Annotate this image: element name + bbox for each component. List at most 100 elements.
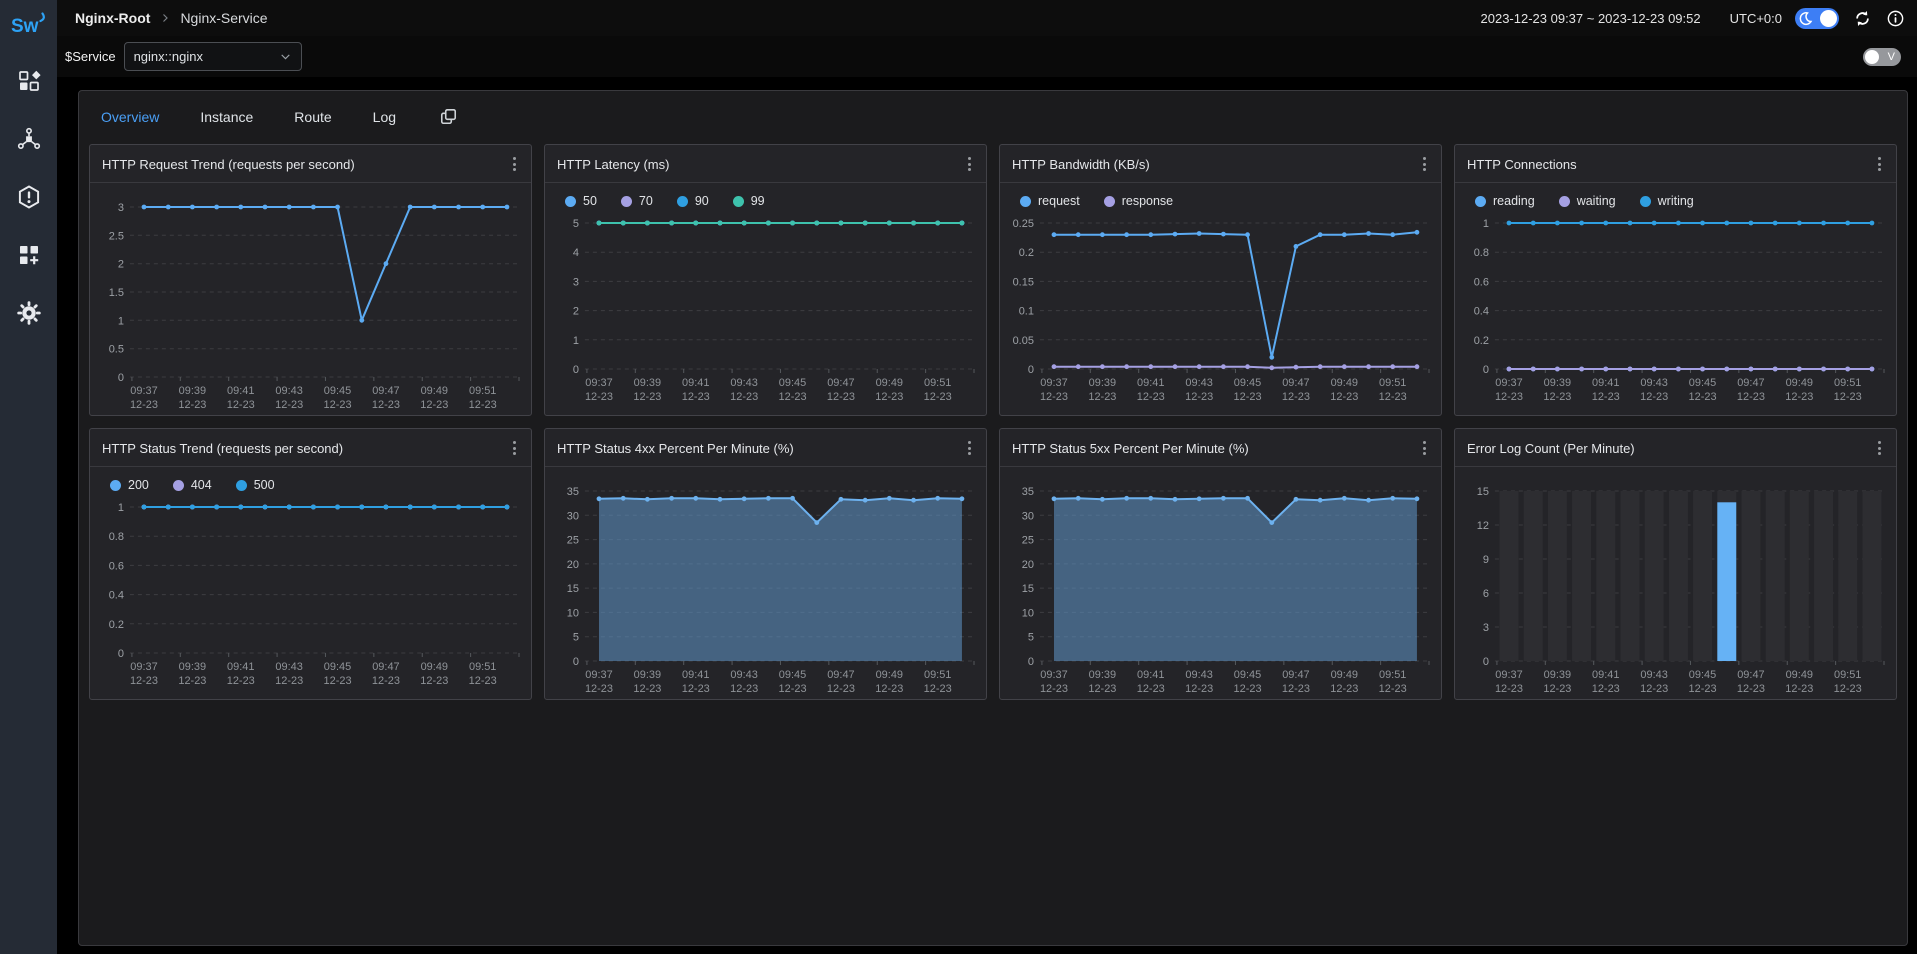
legend-item[interactable]: 404 <box>173 478 212 492</box>
refresh-button[interactable] <box>1852 8 1872 28</box>
svg-text:09:49: 09:49 <box>876 377 903 389</box>
tab-route[interactable]: Route <box>294 109 331 125</box>
service-filter-bar: $Service nginx::nginx V <box>57 36 1917 77</box>
svg-text:3: 3 <box>573 276 579 288</box>
legend-dot-icon <box>1475 196 1486 207</box>
svg-text:12-23: 12-23 <box>227 399 255 411</box>
svg-text:09:45: 09:45 <box>324 661 351 673</box>
legend-dot-icon <box>1559 196 1570 207</box>
svg-text:0.2: 0.2 <box>1019 247 1034 259</box>
svg-text:12-23: 12-23 <box>875 391 903 403</box>
svg-text:09:37: 09:37 <box>1495 377 1522 389</box>
svg-text:15: 15 <box>1477 486 1489 498</box>
legend-label: 50 <box>583 194 597 208</box>
svg-text:09:51: 09:51 <box>1379 669 1406 681</box>
legend-item[interactable]: waiting <box>1559 194 1616 208</box>
legend-item[interactable]: 500 <box>236 478 275 492</box>
svg-text:30: 30 <box>1022 510 1034 522</box>
svg-text:12-23: 12-23 <box>779 391 807 403</box>
svg-text:0.6: 0.6 <box>109 560 124 572</box>
sidebar-item-settings[interactable] <box>16 300 42 326</box>
chart-card-header: HTTP Status 4xx Percent Per Minute (%) <box>545 429 986 467</box>
svg-text:12-23: 12-23 <box>730 683 758 695</box>
legend-label: 70 <box>639 194 653 208</box>
legend-item[interactable]: 200 <box>110 478 149 492</box>
kebab-menu-icon[interactable] <box>1873 438 1886 458</box>
svg-text:12-23: 12-23 <box>130 399 158 411</box>
svg-text:09:47: 09:47 <box>1737 669 1764 681</box>
svg-text:10: 10 <box>567 607 579 619</box>
chevron-down-icon <box>279 50 292 63</box>
svg-text:09:43: 09:43 <box>275 661 302 673</box>
sidebar-item-topology[interactable] <box>16 126 42 152</box>
svg-text:09:51: 09:51 <box>924 377 951 389</box>
legend-item[interactable]: writing <box>1640 194 1694 208</box>
kebab-menu-icon[interactable] <box>1873 154 1886 174</box>
svg-text:09:51: 09:51 <box>1379 377 1406 389</box>
skywalking-logo-icon: Sw <box>11 12 47 38</box>
chart-canvas: 00.20.40.60.8109:3712-2309:3912-2309:411… <box>96 495 525 691</box>
svg-text:09:51: 09:51 <box>469 661 496 673</box>
svg-text:09:43: 09:43 <box>730 669 757 681</box>
svg-text:09:45: 09:45 <box>779 377 806 389</box>
chart-card-body: readingwaitingwriting00.20.40.60.8109:37… <box>1455 183 1896 415</box>
sidebar-item-new-dashboard[interactable] <box>16 242 42 268</box>
svg-text:25: 25 <box>1022 535 1034 547</box>
svg-text:0.25: 0.25 <box>1013 218 1034 230</box>
legend-item[interactable]: 90 <box>677 194 709 208</box>
svg-text:12-23: 12-23 <box>130 675 158 687</box>
svg-text:0.15: 0.15 <box>1013 276 1034 288</box>
timezone-selector[interactable]: UTC+0:0 <box>1730 11 1782 26</box>
app-root: Sw <box>0 0 1917 954</box>
kebab-menu-icon[interactable] <box>963 154 976 174</box>
legend-item[interactable]: reading <box>1475 194 1535 208</box>
kebab-menu-icon[interactable] <box>963 438 976 458</box>
svg-text:12-23: 12-23 <box>1137 683 1165 695</box>
copy-dashboard-button[interactable] <box>439 107 458 126</box>
legend-item[interactable]: 99 <box>733 194 765 208</box>
kebab-menu-icon[interactable] <box>1418 154 1431 174</box>
legend-item[interactable]: request <box>1020 194 1080 208</box>
kebab-menu-icon[interactable] <box>1418 438 1431 458</box>
svg-text:12-23: 12-23 <box>420 675 448 687</box>
breadcrumb-current: Nginx-Service <box>180 10 267 26</box>
sidebar-item-dashboards[interactable] <box>16 68 42 94</box>
svg-text:12-23: 12-23 <box>1185 683 1213 695</box>
svg-text:12-23: 12-23 <box>682 391 710 403</box>
svg-text:12-23: 12-23 <box>1834 683 1862 695</box>
svg-text:09:49: 09:49 <box>876 669 903 681</box>
legend-item[interactable]: response <box>1104 194 1173 208</box>
svg-text:09:49: 09:49 <box>1786 377 1813 389</box>
svg-text:09:45: 09:45 <box>1234 669 1261 681</box>
svg-text:09:39: 09:39 <box>179 661 206 673</box>
legend-dot-icon <box>110 480 121 491</box>
svg-text:30: 30 <box>567 510 579 522</box>
time-range-picker[interactable]: 2023-12-23 09:37 ~ 2023-12-23 09:52 <box>1481 11 1701 26</box>
legend-item[interactable]: 70 <box>621 194 653 208</box>
svg-text:09:37: 09:37 <box>585 377 612 389</box>
tab-overview[interactable]: Overview <box>101 109 159 125</box>
tab-instance[interactable]: Instance <box>200 109 253 125</box>
legend-item[interactable]: 50 <box>565 194 597 208</box>
svg-text:09:39: 09:39 <box>1089 669 1116 681</box>
breadcrumb-root[interactable]: Nginx-Root <box>75 10 150 26</box>
svg-text:12-23: 12-23 <box>324 675 352 687</box>
chart-card: HTTP Request Trend (requests per second)… <box>89 144 532 416</box>
service-select[interactable]: nginx::nginx <box>124 42 302 71</box>
view-mode-toggle[interactable]: V <box>1863 48 1901 66</box>
svg-text:09:51: 09:51 <box>1834 377 1861 389</box>
kebab-menu-icon[interactable] <box>508 438 521 458</box>
info-button[interactable] <box>1885 8 1905 28</box>
tab-log[interactable]: Log <box>373 109 396 125</box>
kebab-menu-icon[interactable] <box>508 154 521 174</box>
svg-text:12-23: 12-23 <box>1592 683 1620 695</box>
chart-card-header: HTTP Connections <box>1455 145 1896 183</box>
chart-legend: 200 404 500 <box>96 471 525 495</box>
chart-card: HTTP Status 5xx Percent Per Minute (%)05… <box>999 428 1442 700</box>
svg-text:0: 0 <box>1028 364 1034 376</box>
chart-canvas: 00.511.522.5309:3712-2309:3912-2309:4112… <box>96 191 525 415</box>
skywalking-logo[interactable]: Sw <box>11 0 47 42</box>
sidebar-item-alerting[interactable] <box>16 184 42 210</box>
theme-toggle[interactable] <box>1795 8 1839 29</box>
svg-text:1.5: 1.5 <box>109 287 124 299</box>
